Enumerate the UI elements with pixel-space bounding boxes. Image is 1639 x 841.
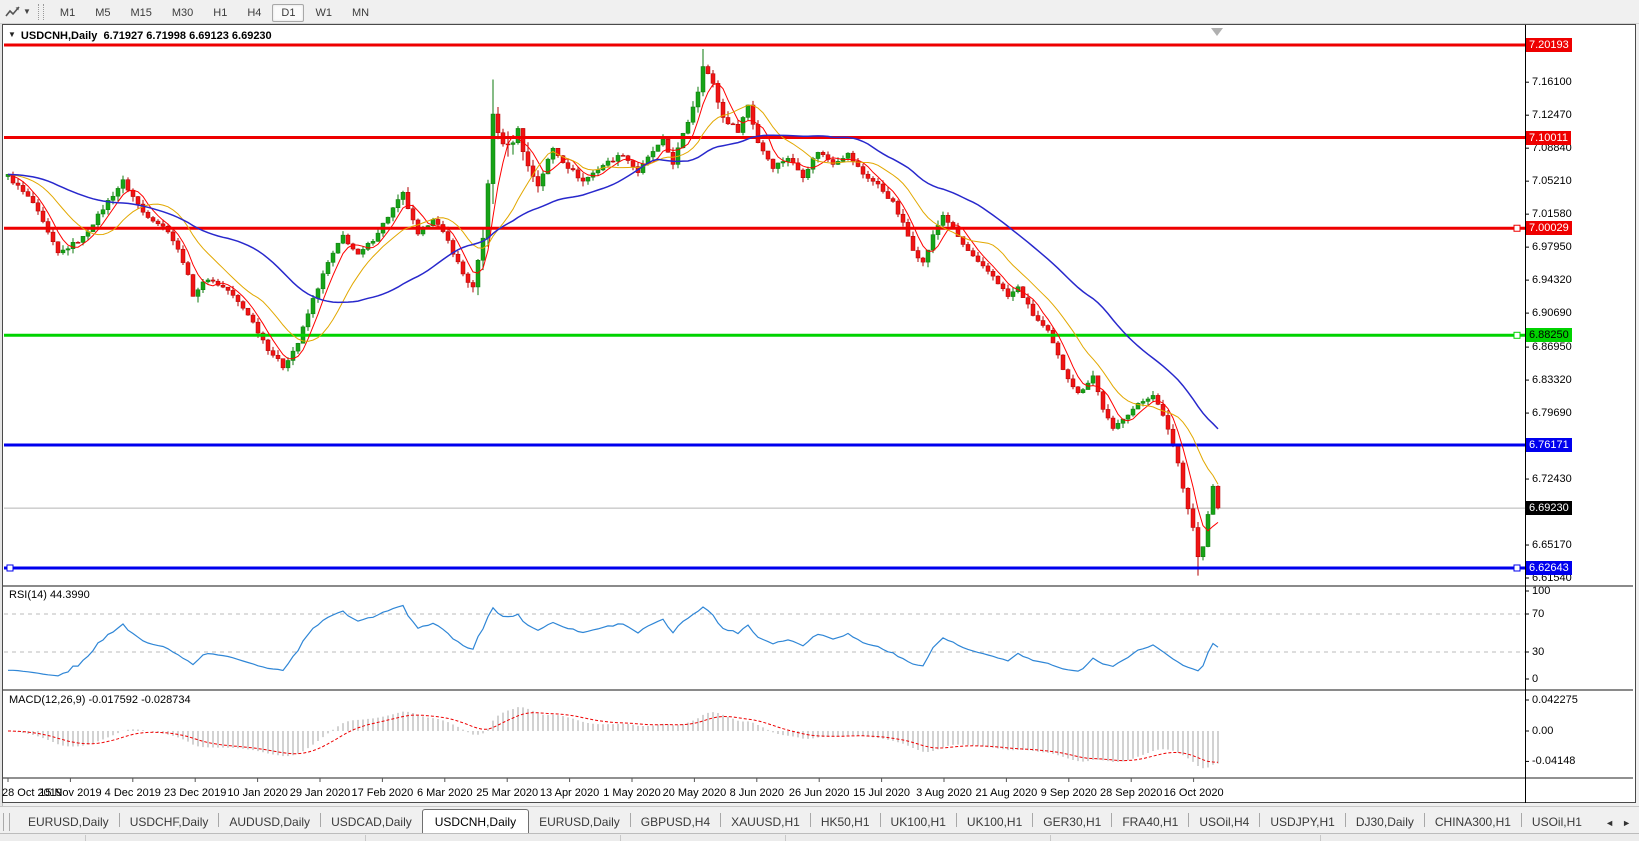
date-axis-tick[interactable]: 23 Dec 2019 [164,787,226,799]
tabs-root: EURUSD,DailyUSDCHF,DailyAUDUSD,DailyUSDC… [18,809,1592,834]
tab-audusd-daily[interactable]: AUDUSD,Daily [219,811,320,834]
tab-uk100-h1[interactable]: UK100,H1 [881,811,956,834]
price-axis-tick[interactable]: 7.12470 [1532,109,1572,121]
tab-dj30-daily[interactable]: DJ30,Daily [1346,811,1424,834]
timeframe-buttons: M1M5M15M30H1H4D1W1MN [50,3,379,21]
rsi-axis-tick[interactable]: 0 [1532,673,1538,685]
chart-title: ▼ USDCNH,Daily 6.71927 6.71998 6.69123 6.… [8,30,272,42]
tab-ger30-h1[interactable]: GER30,H1 [1033,811,1111,834]
date-axis-tick[interactable]: 10 Jan 2020 [227,787,288,799]
price-badge-6.76171: 6.76171 [1526,438,1572,452]
tab-eurusd-daily[interactable]: EURUSD,Daily [529,811,630,834]
date-axis-tick[interactable]: 3 Aug 2020 [916,787,972,799]
tab-china300-h1[interactable]: CHINA300,H1 [1425,811,1521,834]
date-axis-tick[interactable]: 21 Aug 2020 [975,787,1037,799]
rsi-axis-tick[interactable]: 100 [1532,585,1550,597]
price-axis-tick[interactable]: 6.83320 [1532,374,1572,386]
date-axis-tick[interactable]: 15 Nov 2019 [39,787,101,799]
top-toolbar: ▼ M1M5M15M30H1H4D1W1MN [0,0,1639,24]
chart-dropdown-icon[interactable]: ▼ [8,30,16,39]
timeframe-button-h4[interactable]: H4 [238,4,270,22]
price-badge-6.62643: 6.62643 [1526,561,1572,575]
date-axis-tick[interactable]: 4 Dec 2019 [105,787,161,799]
tab-usdcnh-daily[interactable]: USDCNH,Daily [422,809,529,835]
tab-usdchf-daily[interactable]: USDCHF,Daily [120,811,219,834]
line-chart-icon[interactable] [4,4,22,20]
date-axis-tick[interactable]: 9 Sep 2020 [1041,787,1097,799]
date-axis-tick[interactable]: 1 May 2020 [603,787,660,799]
tab-hk50-h1[interactable]: HK50,H1 [811,811,880,834]
tab-eurusd-daily[interactable]: EURUSD,Daily [18,811,119,834]
timeframe-button-h1[interactable]: H1 [204,4,236,22]
price-axis-tick[interactable]: 6.86950 [1532,341,1572,353]
tab-usdcad-daily[interactable]: USDCAD,Daily [321,811,422,834]
date-axis-tick[interactable]: 17 Feb 2020 [352,787,414,799]
timeframe-button-m15[interactable]: M15 [121,4,160,22]
date-axis-tick[interactable]: 15 Jul 2020 [853,787,910,799]
tab-usoil-h4[interactable]: USOil,H4 [1189,811,1259,834]
macd-axis-tick[interactable]: 0.042275 [1532,694,1578,706]
current-price-badge: 6.69230 [1526,501,1572,515]
date-axis-tick[interactable]: 28 Sep 2020 [1100,787,1162,799]
rsi-axis-tick[interactable]: 70 [1532,608,1544,620]
price-badge-7.00029: 7.00029 [1526,221,1572,235]
timeframe-button-d1[interactable]: D1 [272,4,304,22]
price-badge-6.88250: 6.88250 [1526,328,1572,342]
toolbar-grip [38,4,44,20]
tab-gbpusd-h4[interactable]: GBPUSD,H4 [631,811,720,834]
date-axis-tick[interactable]: 6 Mar 2020 [417,787,473,799]
macd-axis-tick[interactable]: -0.04148 [1532,755,1575,767]
chart-symbol-period: USDCNH,Daily [21,30,97,42]
timeframe-button-m1[interactable]: M1 [51,4,84,22]
tab-bar-grip [3,813,10,831]
date-axis-tick[interactable]: 8 Jun 2020 [730,787,784,799]
date-axis-tick[interactable]: 29 Jan 2020 [290,787,351,799]
chevron-down-icon[interactable]: ▼ [23,7,31,16]
date-axis-tick[interactable]: 16 Oct 2020 [1164,787,1224,799]
macd-indicator-label: MACD(12,26,9) -0.017592 -0.028734 [9,694,191,706]
price-axis-tick[interactable]: 6.97950 [1532,241,1572,253]
price-axis-tick[interactable]: 7.16100 [1532,76,1572,88]
tab-xauusd-h1[interactable]: XAUUSD,H1 [721,811,810,834]
timeframe-button-m5[interactable]: M5 [86,4,119,22]
price-axis-tick[interactable]: 6.90690 [1532,307,1572,319]
date-axis-tick[interactable]: 13 Apr 2020 [540,787,599,799]
tab-usoil-h1[interactable]: USOil,H1 [1522,811,1592,834]
price-axis-tick[interactable]: 6.94320 [1532,274,1572,286]
price-axis-tick[interactable]: 6.65170 [1532,539,1572,551]
tab-scroll-right-icon[interactable]: ► [1622,818,1631,828]
timeframe-button-mn[interactable]: MN [343,4,378,22]
tab-uk100-h1[interactable]: UK100,H1 [957,811,1032,834]
chart-ohlc-values: 6.71927 6.71998 6.69123 6.69230 [103,30,271,42]
price-axis-tick[interactable]: 6.72430 [1532,473,1572,485]
price-badge-7.20193: 7.20193 [1526,38,1572,52]
chart-tab-bar: EURUSD,DailyUSDCHF,DailyAUDUSD,DailyUSDC… [0,806,1639,834]
price-axis-tick[interactable]: 6.79690 [1532,407,1572,419]
tab-fra40-h1[interactable]: FRA40,H1 [1112,811,1188,834]
price-axis-tick[interactable]: 7.01580 [1532,208,1572,220]
price-axis-tick[interactable]: 7.05210 [1532,175,1572,187]
rsi-axis-tick[interactable]: 30 [1532,646,1544,658]
date-axis-tick[interactable]: 20 May 2020 [663,787,727,799]
date-axis-tick[interactable]: 25 Mar 2020 [476,787,538,799]
date-axis-tick[interactable]: 26 Jun 2020 [789,787,850,799]
timeframe-button-w1[interactable]: W1 [306,4,341,22]
tab-scroll-left-icon[interactable]: ◄ [1605,818,1614,828]
tab-usdjpy-h1[interactable]: USDJPY,H1 [1260,811,1344,834]
chart-window[interactable] [2,24,1636,803]
rsi-indicator-label: RSI(14) 44.3990 [9,589,90,601]
timeframe-button-m30[interactable]: M30 [163,4,202,22]
macd-axis-tick[interactable]: 0.00 [1532,725,1553,737]
price-badge-7.10011: 7.10011 [1526,131,1571,145]
